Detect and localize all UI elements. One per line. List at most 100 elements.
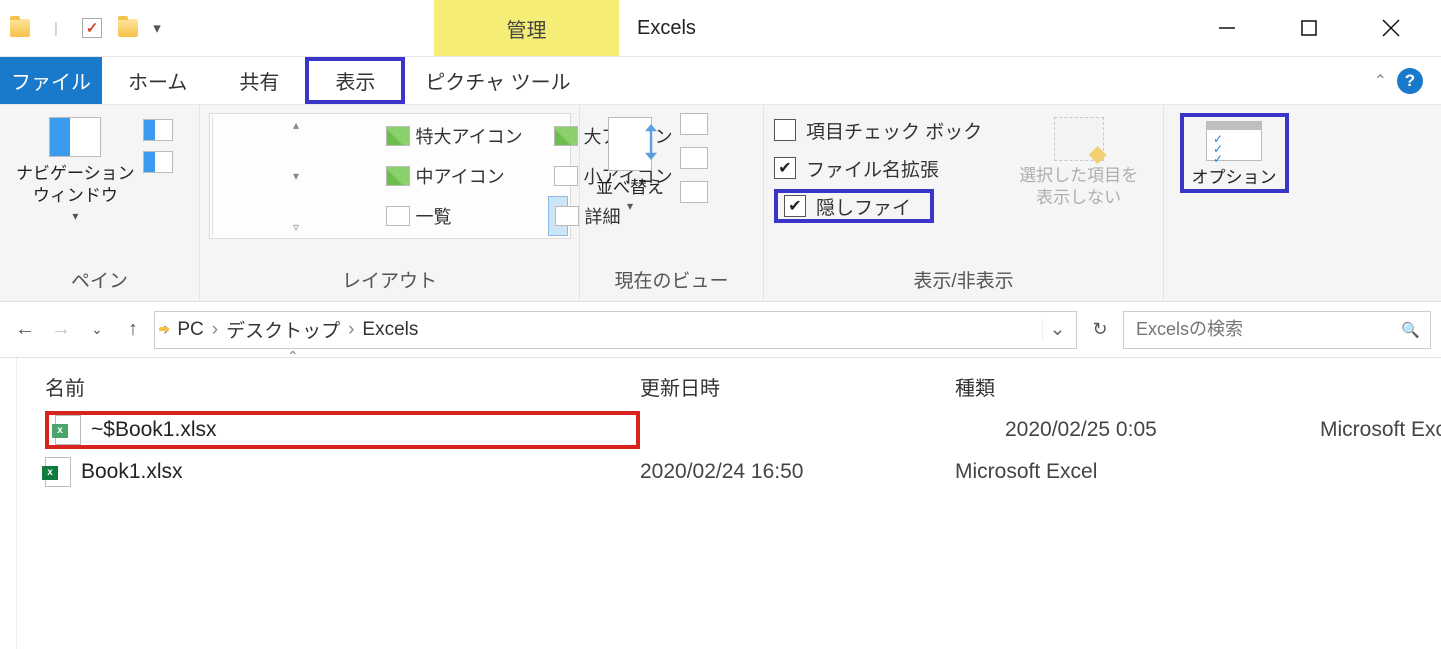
preview-pane-button[interactable] xyxy=(143,119,173,141)
open-folder-icon[interactable] xyxy=(114,14,142,42)
up-button[interactable]: ↑ xyxy=(118,315,148,345)
window-title: Excels xyxy=(619,0,1205,56)
ribbon-group-show-hide: 項目チェック ボック ファイル名拡張 隠しファイ 選択した項目を 表示しない 表… xyxy=(764,105,1164,301)
checkbox-hidden-files[interactable]: 隠しファイ xyxy=(774,189,934,223)
group-label-layout: レイアウト xyxy=(210,260,569,301)
excel-file-icon xyxy=(45,457,71,487)
options-icon: ✓ ✓ ✓ xyxy=(1206,121,1262,161)
hide-selected-button: 選択した項目を 表示しない xyxy=(1004,113,1153,213)
group-label-pane: ペイン xyxy=(10,260,189,301)
sidebar-shared[interactable]: 共有 xyxy=(8,488,17,533)
layout-medium-icons[interactable]: 中アイコン xyxy=(380,156,548,196)
options-button[interactable]: ✓ ✓ ✓ オプション xyxy=(1180,113,1289,193)
tab-file[interactable]: ファイル xyxy=(0,57,102,104)
group-label-options xyxy=(1174,265,1294,301)
ribbon-group-options: ✓ ✓ ✓ オプション xyxy=(1164,105,1304,301)
column-header-name[interactable]: 名前 xyxy=(45,372,640,401)
help-button[interactable]: ? xyxy=(1397,68,1423,94)
checkbox-item-checkboxes[interactable]: 項目チェック ボック xyxy=(774,113,992,147)
file-row[interactable]: ~$Book1.xlsx 2020/02/25 0:05 Microsoft E… xyxy=(17,407,1441,453)
ribbon-group-pane: ナビゲーション ウィンドウ ▾ ペイン xyxy=(0,105,200,301)
sidebar-pc[interactable]: 🖥 PC xyxy=(8,551,17,592)
size-columns-button[interactable] xyxy=(680,181,708,203)
sidebar-quick-access[interactable]: ★ クイック アクセス xyxy=(8,378,17,424)
group-label-current-view: 現在のビュー xyxy=(590,260,753,301)
search-icon: 🔍 xyxy=(1401,321,1420,339)
tab-share[interactable]: 共有 xyxy=(213,57,305,104)
address-history-dropdown[interactable]: ⌄ xyxy=(1042,318,1072,341)
forward-button[interactable]: → xyxy=(46,315,76,345)
app-folder-icon xyxy=(6,14,34,42)
breadcrumb-pc[interactable]: PC xyxy=(173,319,207,341)
manage-label: 管理 xyxy=(507,14,547,43)
breadcrumb-separator: › xyxy=(348,319,354,341)
search-box[interactable]: 🔍 xyxy=(1123,311,1431,349)
chevron-down-icon: ▾ xyxy=(72,209,78,225)
column-headers: ⌃ 名前 更新日時 種類 xyxy=(17,358,1441,407)
column-header-type[interactable]: 種類 xyxy=(955,372,1441,401)
ribbon-group-layout: 特大アイコン 大アイコン ▴▾▿ 中アイコン 小アイコン 一覧 詳細 レイアウト xyxy=(200,105,580,301)
address-bar-row: ← → ⌄ ↑ › PC › デスクトップ › Excels ⌄ ↻ 🔍 xyxy=(0,302,1441,358)
file-name: Book1.xlsx xyxy=(81,460,183,484)
sidebar-onedrive[interactable]: ☁ OneDrive - 個人 xyxy=(8,442,17,488)
search-input[interactable] xyxy=(1134,318,1401,341)
file-date: 2020/02/24 16:50 xyxy=(640,460,955,484)
layout-details[interactable]: 詳細 xyxy=(548,196,568,236)
checkbox-icon xyxy=(774,119,796,141)
tab-home[interactable]: ホーム xyxy=(102,57,213,104)
recent-locations-button[interactable]: ⌄ xyxy=(82,315,112,345)
file-type: Microsoft Excel xyxy=(955,460,1441,484)
file-list-pane: ⌃ 名前 更新日時 種類 ~$Book1.xlsx 2020/02/25 0:0… xyxy=(17,358,1441,649)
tab-picture-tools[interactable]: ピクチャ ツール xyxy=(405,57,590,104)
tab-view[interactable]: 表示 xyxy=(305,57,405,104)
contextual-tab-manage: 管理 xyxy=(434,0,619,56)
layout-small-icons[interactable]: 小アイコン xyxy=(548,156,568,196)
title-bar: | ✓ ▾ 管理 Excels xyxy=(0,0,1441,57)
nav-pane-icon xyxy=(49,117,101,157)
excel-file-icon xyxy=(55,415,81,445)
address-bar[interactable]: › PC › デスクトップ › Excels ⌄ xyxy=(154,311,1077,349)
layout-gallery: 特大アイコン 大アイコン ▴▾▿ 中アイコン 小アイコン 一覧 詳細 xyxy=(209,113,571,239)
minimize-button[interactable] xyxy=(1205,6,1249,50)
checkbox-file-extensions[interactable]: ファイル名拡張 xyxy=(774,151,992,185)
navigation-pane: ★ クイック アクセス ☁ OneDrive - 個人 共有 🖥 PC xyxy=(0,358,17,649)
layout-gallery-scroll[interactable]: ▴▾▿ xyxy=(212,116,380,236)
hide-selected-icon xyxy=(1054,117,1104,161)
layout-list[interactable]: 一覧 xyxy=(380,196,548,236)
file-name: ~$Book1.xlsx xyxy=(91,418,217,442)
add-columns-button[interactable] xyxy=(680,147,708,169)
group-by-button[interactable] xyxy=(680,113,708,135)
quick-access-toolbar: | ✓ ▾ xyxy=(0,0,170,56)
layout-large-icons[interactable]: 大アイコン xyxy=(548,116,568,156)
chevron-down-icon: ▾ xyxy=(627,199,633,215)
column-header-date[interactable]: 更新日時 xyxy=(640,372,955,401)
nav-pane-button[interactable]: ナビゲーション ウィンドウ ▾ xyxy=(10,113,141,229)
qat-separator: | xyxy=(42,14,70,42)
layout-extra-large-icons[interactable]: 特大アイコン xyxy=(380,116,548,156)
file-date: 2020/02/25 0:05 xyxy=(1005,418,1320,442)
file-type: Microsoft Excel xyxy=(1320,418,1441,442)
breadcrumb-current[interactable]: Excels xyxy=(358,319,422,341)
checkbox-icon xyxy=(784,195,806,217)
breadcrumb-desktop[interactable]: デスクトップ xyxy=(222,316,344,343)
ribbon-group-current-view: 並べ替え ▾ 現在のビュー xyxy=(580,105,764,301)
qat-customize-dropdown[interactable]: ▾ xyxy=(150,14,164,42)
close-button[interactable] xyxy=(1369,6,1413,50)
group-label-show-hide: 表示/非表示 xyxy=(774,260,1153,301)
ribbon: ナビゲーション ウィンドウ ▾ ペイン 特大アイコン 大アイコン ▴▾▿ 中アイ… xyxy=(0,104,1441,302)
ribbon-tabs: ファイル ホーム 共有 表示 ピクチャ ツール ⌃ ? xyxy=(0,57,1441,104)
sort-icon xyxy=(608,117,652,171)
file-row[interactable]: Book1.xlsx 2020/02/24 16:50 Microsoft Ex… xyxy=(17,453,1441,491)
collapse-ribbon-button[interactable]: ⌃ xyxy=(1374,71,1387,91)
properties-icon[interactable]: ✓ xyxy=(78,14,106,42)
maximize-button[interactable] xyxy=(1287,6,1331,50)
sort-indicator-icon: ⌃ xyxy=(287,348,299,365)
checkbox-icon xyxy=(774,157,796,179)
breadcrumb-separator: › xyxy=(212,319,218,341)
back-button[interactable]: ← xyxy=(10,315,40,345)
window-controls xyxy=(1205,0,1441,56)
content-area: ★ クイック アクセス ☁ OneDrive - 個人 共有 🖥 PC ⌃ 名前… xyxy=(0,358,1441,649)
details-pane-button[interactable] xyxy=(143,151,173,173)
sort-by-button[interactable]: 並べ替え ▾ xyxy=(590,113,670,219)
refresh-button[interactable]: ↻ xyxy=(1083,311,1117,349)
